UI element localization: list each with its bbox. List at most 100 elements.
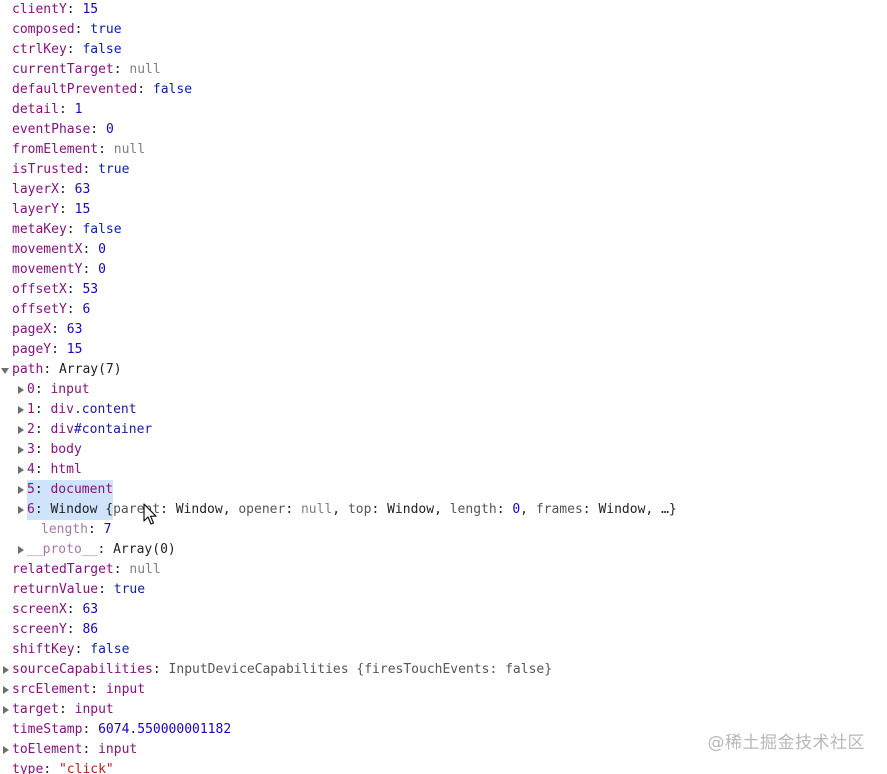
node-label: document	[50, 482, 113, 497]
object-preview: parent: Window, opener: null, top: Windo…	[113, 500, 677, 520]
colon: :	[98, 582, 114, 597]
collapsed-triangle-icon[interactable]	[0, 740, 12, 760]
property-value: false	[82, 222, 122, 237]
collapsed-triangle-icon[interactable]	[15, 420, 27, 440]
property-value: InputDeviceCapabilities {firesTouchEvent…	[168, 662, 553, 677]
collapsed-triangle-icon[interactable]	[15, 500, 27, 520]
colon: :	[51, 342, 67, 357]
node-tag: div	[50, 402, 74, 417]
property-row: detail: 1	[0, 100, 887, 120]
array-index: 0	[27, 382, 35, 397]
path-item-content: 0: input	[27, 380, 90, 400]
property-value: null	[129, 562, 161, 577]
property-tree: clientY: 15 composed: true ctrlKey: false c…	[0, 0, 887, 774]
colon: :	[43, 762, 59, 774]
property-row: defaultPrevented: false	[0, 80, 887, 100]
path-item-row[interactable]: 5: document	[0, 480, 887, 500]
selected-text: 6: Window {	[27, 500, 114, 520]
collapsed-triangle-icon[interactable]	[15, 480, 27, 500]
colon: :	[82, 722, 99, 737]
node-tag: body	[50, 442, 82, 457]
array-index: 5	[27, 482, 35, 497]
property-value: false	[152, 82, 193, 97]
colon: :	[43, 362, 59, 377]
colon: :	[160, 502, 176, 517]
colon: :	[66, 42, 83, 57]
array-index: 3	[27, 442, 35, 457]
property-row: metaKey: false	[0, 220, 887, 240]
node-tag: input	[50, 382, 90, 397]
colon: :	[496, 502, 513, 517]
expanded-triangle-icon[interactable]	[0, 360, 12, 380]
property-value: false	[82, 42, 122, 57]
property-key: screenY	[12, 622, 67, 637]
property-row: relatedTarget: null	[0, 560, 887, 580]
property-key: path	[12, 362, 44, 377]
property-key: offsetY	[12, 302, 67, 317]
path-item-row[interactable]: 2: div#container	[0, 420, 887, 440]
property-row: ctrlKey: false	[0, 40, 887, 60]
property-key: srcElement	[12, 682, 91, 697]
property-row: clientY: 15	[0, 0, 887, 20]
collapsed-triangle-icon[interactable]	[0, 700, 12, 720]
proto-row[interactable]: __proto__: Array(0)	[0, 540, 887, 560]
node-tag: html	[50, 462, 82, 477]
property-row[interactable]: sourceCapabilities: InputDeviceCapabilit…	[0, 660, 887, 680]
property-value: input	[105, 682, 146, 697]
path-item-row[interactable]: 3: body	[0, 440, 887, 460]
colon: :	[34, 462, 51, 477]
colon: :	[285, 502, 301, 517]
collapsed-triangle-icon[interactable]	[0, 680, 12, 700]
collapsed-triangle-icon[interactable]	[15, 380, 27, 400]
node-tag: div	[50, 422, 74, 437]
property-row: type: "click"	[0, 760, 887, 774]
collapsed-triangle-icon[interactable]	[15, 540, 27, 560]
preview-key: top	[347, 502, 372, 517]
property-value: 63	[82, 602, 99, 617]
path-row[interactable]: path: Array(7)	[0, 360, 887, 380]
property-row[interactable]: target: input	[0, 700, 887, 720]
property-value: input	[74, 702, 114, 717]
separator: ,	[332, 502, 348, 517]
node-selector: #container	[73, 422, 153, 437]
property-key: isTrusted	[12, 162, 83, 177]
property-key: pageX	[12, 322, 52, 337]
preview-key: length	[449, 502, 497, 517]
colon: :	[582, 502, 599, 517]
colon: :	[58, 202, 75, 217]
node-label: div.content	[50, 402, 136, 417]
collapsed-triangle-icon[interactable]	[15, 460, 27, 480]
property-value: 63	[66, 322, 83, 337]
path-item-row-window[interactable]: 6: Window {parent: Window, opener: null,…	[0, 500, 887, 520]
colon: :	[97, 542, 114, 557]
collapsed-triangle-icon[interactable]	[15, 400, 27, 420]
property-key: sourceCapabilities	[12, 662, 153, 677]
preview-close: , …}	[645, 502, 677, 517]
path-item-row[interactable]: 4: html	[0, 460, 887, 480]
property-key: type	[12, 762, 44, 774]
preview-value: Window	[387, 502, 435, 517]
preview-value: null	[300, 502, 333, 517]
property-row: pageX: 63	[0, 320, 887, 340]
path-item-row[interactable]: 1: div.content	[0, 400, 887, 420]
collapsed-triangle-icon[interactable]	[0, 660, 12, 680]
collapsed-triangle-icon[interactable]	[15, 440, 27, 460]
property-value: 86	[82, 622, 99, 637]
property-row: layerY: 15	[0, 200, 887, 220]
path-item-row[interactable]: 0: input	[0, 380, 887, 400]
property-row[interactable]: srcElement: input	[0, 680, 887, 700]
property-value: 0	[105, 122, 114, 137]
